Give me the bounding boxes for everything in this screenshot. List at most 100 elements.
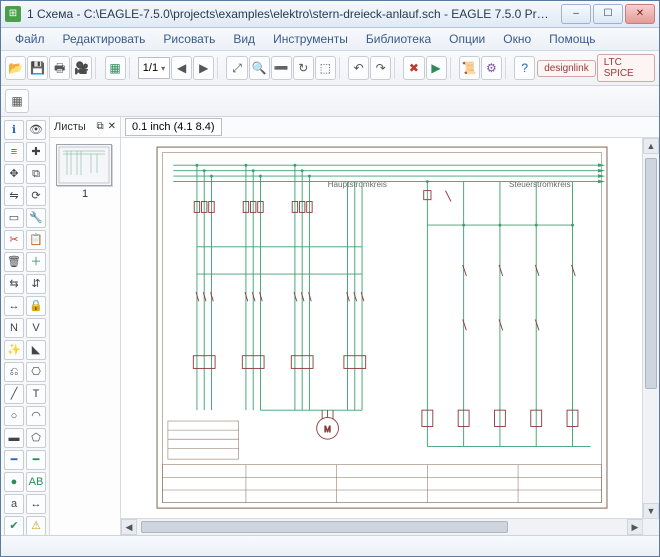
add-tool[interactable]: ＋ [26,252,46,272]
zoom-in-button[interactable]: 🔍 [249,56,270,80]
grid-button[interactable]: ▦ [5,89,29,113]
scroll-right-icon[interactable]: ▶ [627,519,643,535]
app-icon: ⊞ [5,6,21,22]
junction-tool[interactable]: ● [4,472,24,492]
window-buttons: – ☐ ✕ [561,4,655,24]
separator [394,57,400,79]
main-toolbar: 📂 💾 🖶 🎥 ▦ 1/1 ◀ ▶ ⤢ 🔍 ➖ ↻ ⬚ ↶ ↷ ✖ ▶ 📜 ⚙ … [1,51,659,86]
replace-tool[interactable]: ↔ [4,296,24,316]
coord-bar: 0.1 inch (4.1 8.4) [121,117,659,138]
canvas-viewport[interactable]: Hauptstromkreis Steuerstromkreis [121,138,659,535]
menu-options[interactable]: Опции [441,30,493,48]
titlebar: ⊞ 1 Схема - C:\EAGLE-7.5.0\projects\exam… [1,1,659,28]
designlink-button[interactable]: designlink [537,60,595,77]
separator [217,57,223,79]
group-tool[interactable]: ▭ [4,208,24,228]
vertical-scrollbar[interactable]: ▲ ▼ [642,138,659,519]
eye-tool[interactable]: 👁 [26,120,46,140]
copy-tool[interactable]: ⧉ [26,164,46,184]
invoke-tool[interactable]: ⎔ [26,362,46,382]
value-tool[interactable]: V [26,318,46,338]
net-tool[interactable]: ━ [26,450,46,470]
name-tool[interactable]: N [4,318,24,338]
scroll-left-icon[interactable]: ◀ [121,519,137,535]
arc-tool[interactable]: ◠ [26,406,46,426]
zoom-select-button[interactable]: ⬚ [315,56,336,80]
delete-tool[interactable]: 🗑 [4,252,24,272]
script-button[interactable]: 📜 [459,56,480,80]
errors-tool[interactable]: ⚠ [26,516,46,535]
sheets-header: Листы ⧉ ✕ [50,117,120,138]
save-button[interactable]: 💾 [27,56,48,80]
separator [339,57,345,79]
sheets-close-icon[interactable]: ✕ [108,122,116,132]
text-tool[interactable]: T [26,384,46,404]
horizontal-scroll-thumb[interactable] [141,521,508,533]
erc-tool[interactable]: ✔ [4,516,24,535]
menu-help[interactable]: Помощь [541,30,603,48]
app-window: ⊞ 1 Схема - C:\EAGLE-7.5.0\projects\exam… [0,0,660,557]
horizontal-scrollbar[interactable]: ◀ ▶ [121,518,643,535]
ltspice-button[interactable]: LTC SPICE [597,54,655,82]
help-button[interactable]: ? [514,56,535,80]
schematic-canvas[interactable]: Hauptstromkreis Steuerstromkreis [121,138,643,519]
dock-icon[interactable]: ⧉ [96,122,103,132]
sheet-thumbnail[interactable] [56,144,112,186]
miter-tool[interactable]: ◣ [26,340,46,360]
cut-tool[interactable]: ✂ [4,230,24,250]
lock-tool[interactable]: 🔒 [26,296,46,316]
rotate-tool[interactable]: ⟳ [26,186,46,206]
coord-field[interactable]: 0.1 inch (4.1 8.4) [125,118,222,136]
layers-tool[interactable]: ≡ [4,142,24,162]
separator [505,57,511,79]
rect-tool[interactable]: ▬ [4,428,24,448]
menu-file[interactable]: Файл [7,30,53,48]
minimize-button[interactable]: – [561,4,591,24]
undo-button[interactable]: ↶ [348,56,369,80]
split-tool[interactable]: ⎌ [4,362,24,382]
label-tool[interactable]: AB [26,472,46,492]
menu-view[interactable]: Вид [225,30,263,48]
sheet-prev-button[interactable]: ◀ [171,56,192,80]
redo-button[interactable]: ↷ [370,56,391,80]
vertical-scroll-thumb[interactable] [645,158,657,389]
circle-tool[interactable]: ○ [4,406,24,426]
ulp-button[interactable]: ⚙ [481,56,502,80]
board-switch-button[interactable]: ▦ [105,56,126,80]
menu-library[interactable]: Библиотека [358,30,439,48]
sheet-next-button[interactable]: ▶ [193,56,214,80]
zoom-out-button[interactable]: ➖ [271,56,292,80]
menu-tools[interactable]: Инструменты [265,30,356,48]
gateswap-tool[interactable]: ⇵ [26,274,46,294]
wire-tool[interactable]: ╱ [4,384,24,404]
dimension-tool[interactable]: ↔ [26,494,46,514]
menu-draw[interactable]: Рисовать [155,30,223,48]
close-button[interactable]: ✕ [625,4,655,24]
info-tool[interactable]: ℹ [4,120,24,140]
tool-palette: ℹ👁 ≡✚ ✥⧉ ⇋⟳ ▭🔧 ✂📋 🗑＋ ⇆⇵ ↔🔒 NV ✨◣ ⎌⎔ ╱T ○… [1,117,50,535]
zoom-redraw-button[interactable]: ↻ [293,56,314,80]
open-button[interactable]: 📂 [5,56,26,80]
maximize-button[interactable]: ☐ [593,4,623,24]
menu-window[interactable]: Окно [495,30,539,48]
stop-button[interactable]: ✖ [403,56,424,80]
scroll-up-icon[interactable]: ▲ [643,138,659,154]
bus-tool[interactable]: ━ [4,450,24,470]
paste-tool[interactable]: 📋 [26,230,46,250]
move-tool[interactable]: ✥ [4,164,24,184]
pinswap-tool[interactable]: ⇆ [4,274,24,294]
menu-edit[interactable]: Редактировать [55,30,154,48]
run-button[interactable]: ▶ [426,56,447,80]
polygon-tool[interactable]: ⬠ [26,428,46,448]
mark-tool[interactable]: ✚ [26,142,46,162]
change-tool[interactable]: 🔧 [26,208,46,228]
cam-button[interactable]: 🎥 [71,56,92,80]
secondary-toolbar: ▦ [1,86,659,117]
zoom-fit-button[interactable]: ⤢ [226,56,247,80]
smash-tool[interactable]: ✨ [4,340,24,360]
zoom-level-field[interactable]: 1/1 [138,57,170,79]
scroll-down-icon[interactable]: ▼ [643,503,659,519]
mirror-tool[interactable]: ⇋ [4,186,24,206]
attribute-tool[interactable]: a [4,494,24,514]
print-button[interactable]: 🖶 [49,56,70,80]
